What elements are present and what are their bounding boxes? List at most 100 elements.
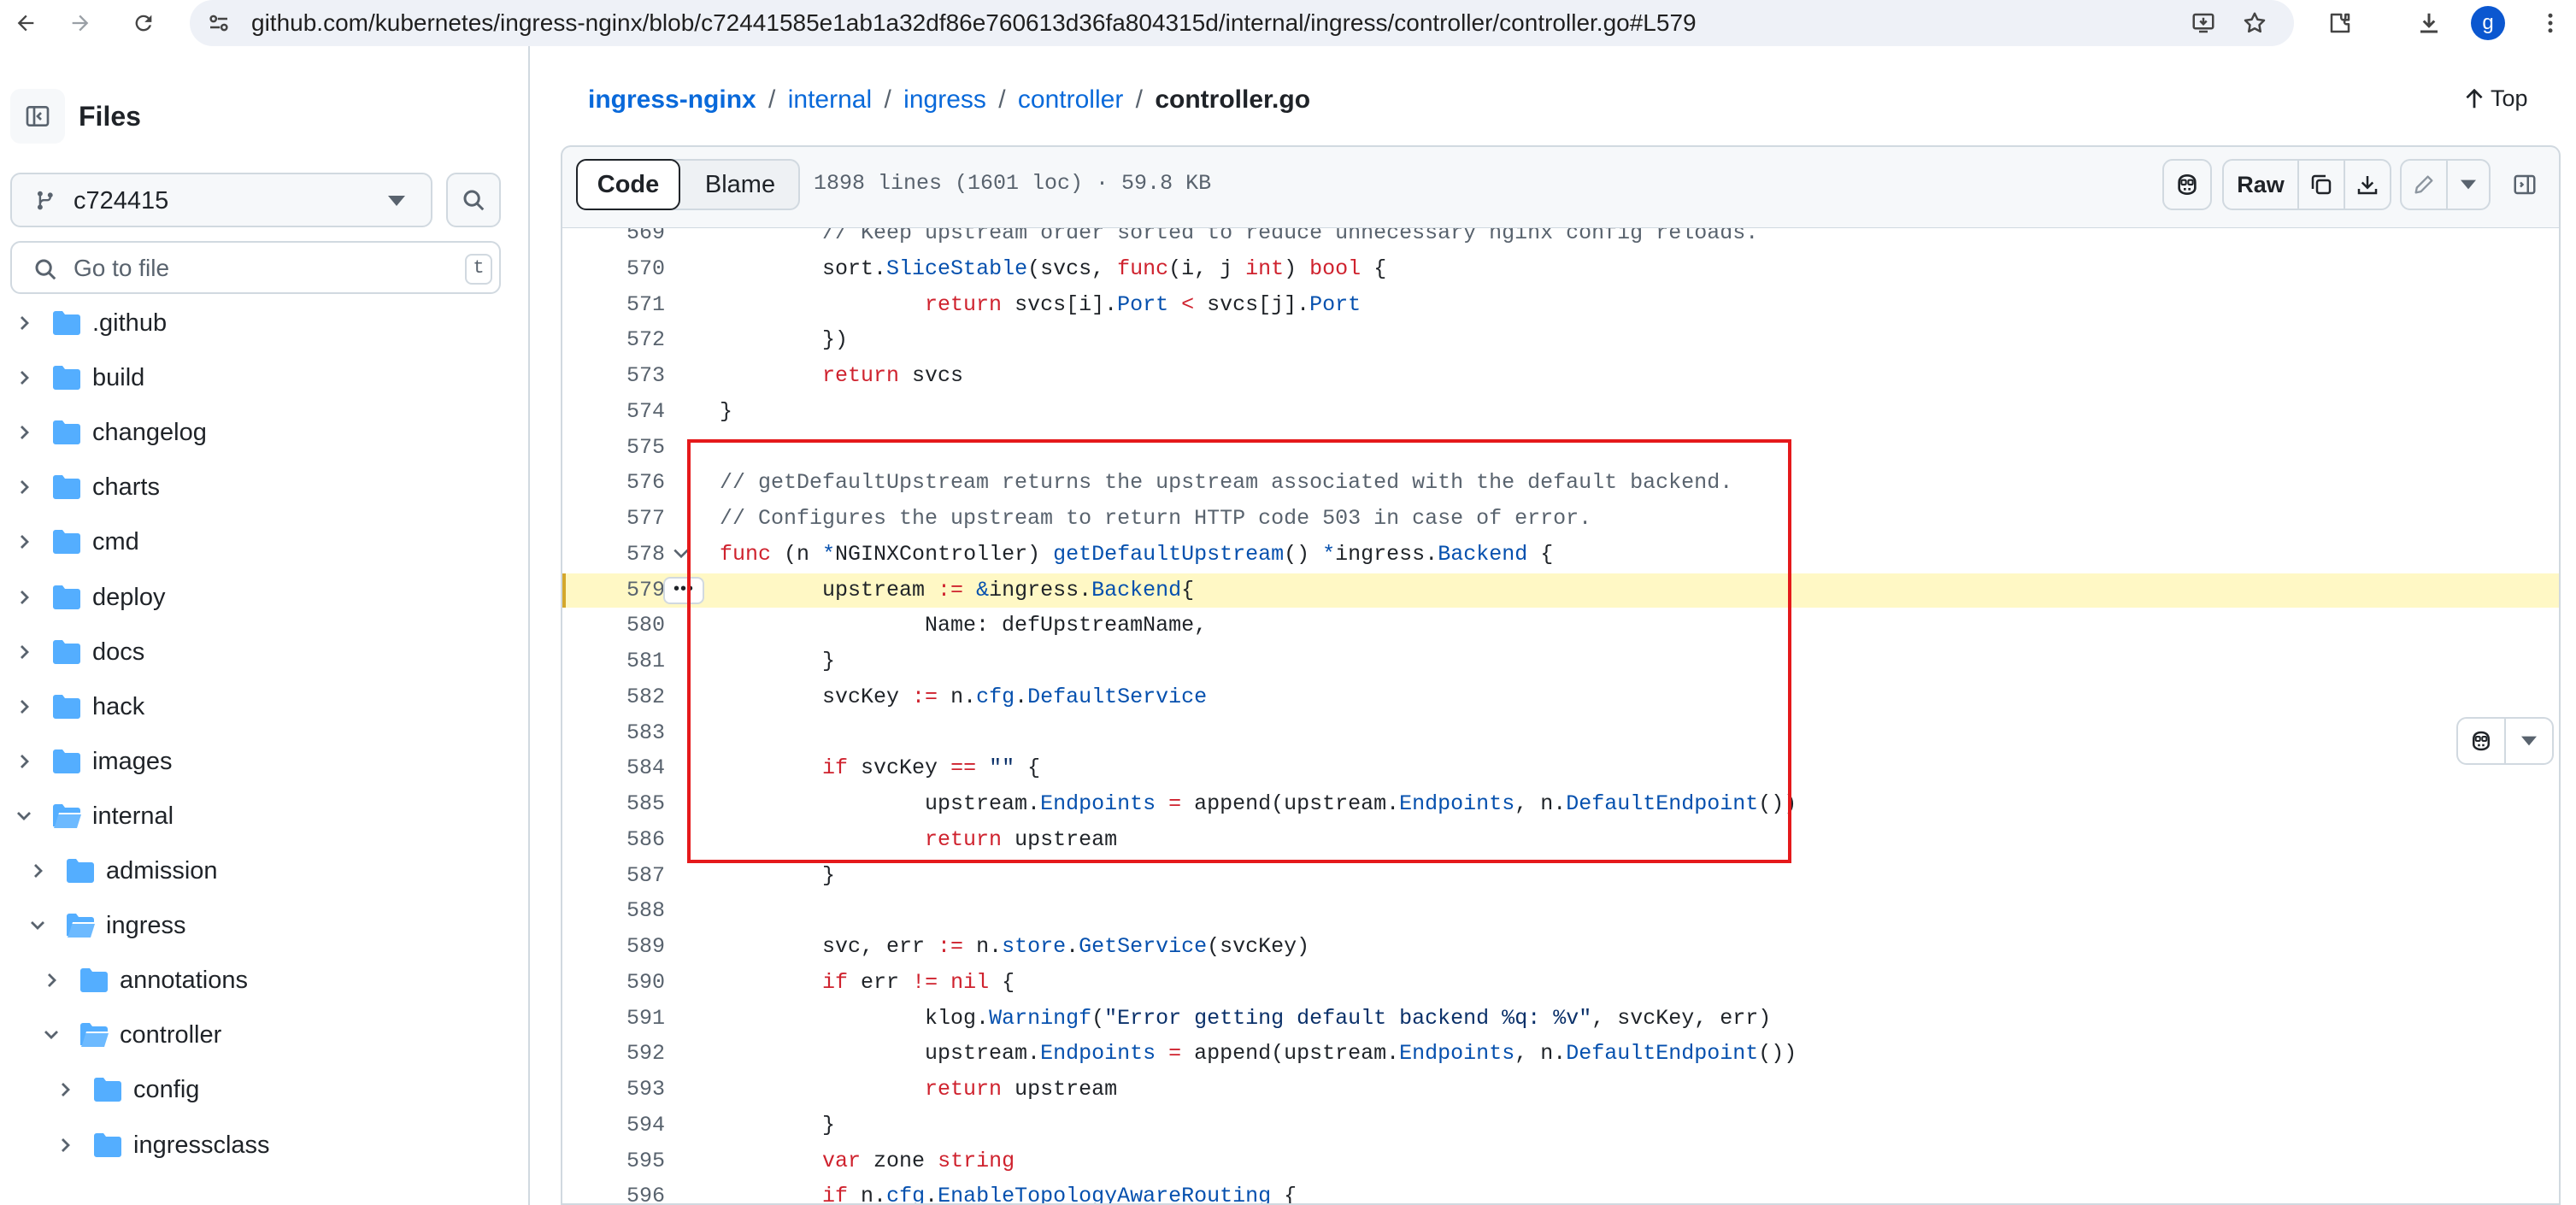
chevron-right-icon[interactable] (15, 369, 32, 386)
fold-chevron-icon[interactable] (672, 544, 691, 563)
code-line-594[interactable]: 594 } (562, 1108, 2559, 1143)
line-number[interactable]: 583 (562, 716, 665, 750)
code-line-585[interactable]: 585 upstream.Endpoints = append(upstream… (562, 787, 2559, 821)
go-to-file-input[interactable] (74, 248, 415, 289)
chevron-right-icon[interactable] (15, 698, 32, 715)
chevron-right-icon[interactable] (43, 972, 60, 989)
chevron-right-icon[interactable] (15, 479, 32, 496)
tree-item-ingress[interactable]: ingress (0, 898, 526, 953)
tree-item-changelog[interactable]: changelog (0, 405, 526, 460)
code-line-574[interactable]: 574} (562, 395, 2559, 429)
chevron-right-icon[interactable] (15, 589, 32, 606)
line-number[interactable]: 575 (562, 431, 665, 465)
symbols-panel-button[interactable] (2501, 159, 2549, 210)
copilot-button[interactable] (2162, 159, 2212, 210)
tree-item-hack[interactable]: hack (0, 679, 526, 734)
download-raw-button[interactable] (2344, 159, 2391, 210)
code-line-588[interactable]: 588 (562, 894, 2559, 928)
branch-selector[interactable]: c724415 (10, 173, 432, 227)
code-line-592[interactable]: 592 upstream.Endpoints = append(upstream… (562, 1037, 2559, 1071)
tree-item-images[interactable]: images (0, 734, 526, 789)
go-to-file-field[interactable]: t (10, 241, 501, 294)
tree-item-config[interactable]: config (0, 1062, 526, 1117)
line-number[interactable]: 570 (562, 252, 665, 286)
line-number[interactable]: 569 (562, 228, 665, 250)
line-number[interactable]: 596 (562, 1179, 665, 1203)
tree-item-internal[interactable]: internal (0, 789, 526, 844)
code-line-591[interactable]: 591 klog.Warningf("Error getting default… (562, 1002, 2559, 1036)
edit-file-button[interactable] (2400, 159, 2448, 210)
line-number[interactable]: 588 (562, 894, 665, 928)
address-bar[interactable]: github.com/kubernetes/ingress-nginx/blob… (190, 0, 2294, 46)
code-line-593[interactable]: 593 return upstream (562, 1073, 2559, 1107)
line-number[interactable]: 595 (562, 1144, 665, 1179)
tree-item-deploy[interactable]: deploy (0, 570, 526, 625)
line-number[interactable]: 594 (562, 1108, 665, 1143)
back-to-top-button[interactable]: Top (2465, 85, 2528, 112)
chevron-right-icon[interactable] (56, 1081, 74, 1098)
line-number[interactable]: 589 (562, 930, 665, 964)
code-line-575[interactable]: 575 (562, 431, 2559, 465)
code-line-569[interactable]: 569 // Keep upstream order sorted to red… (562, 228, 2559, 250)
code-line-587[interactable]: 587 } (562, 859, 2559, 893)
tree-item-controller[interactable]: controller (0, 1008, 526, 1062)
raw-button[interactable]: Raw (2222, 159, 2299, 210)
chevron-right-icon[interactable] (15, 314, 32, 332)
install-app-icon[interactable] (2186, 6, 2220, 40)
tree-item-cmd[interactable]: cmd (0, 514, 526, 569)
code-line-576[interactable]: 576 // getDefaultUpstream returns the ups… (562, 466, 2559, 500)
line-number[interactable]: 578 (562, 538, 665, 572)
reload-button[interactable] (126, 6, 161, 40)
chevron-down-icon[interactable] (29, 917, 46, 934)
line-number[interactable]: 576 (562, 466, 665, 500)
chevron-right-icon[interactable] (29, 862, 46, 879)
tab-code[interactable]: Code (576, 159, 680, 210)
code-line-572[interactable]: 572 }) (562, 323, 2559, 357)
code-line-570[interactable]: 570 sort.SliceStable(svcs, func(i, j int… (562, 252, 2559, 286)
tree-item-annotations[interactable]: annotations (0, 953, 526, 1008)
line-number[interactable]: 585 (562, 787, 665, 821)
code-line-590[interactable]: 590 if err != nil { (562, 966, 2559, 1000)
chevron-right-icon[interactable] (56, 1137, 74, 1154)
code-line-582[interactable]: 582 svcKey := n.cfg.DefaultService (562, 680, 2559, 714)
code-line-589[interactable]: 589 svc, err := n.store.GetService(svcKe… (562, 930, 2559, 964)
tree-item-build[interactable]: build (0, 350, 526, 405)
tree-item-ingressclass[interactable]: ingressclass (0, 1118, 526, 1173)
chevron-down-icon[interactable] (43, 1026, 60, 1043)
chevron-right-icon[interactable] (15, 753, 32, 770)
search-files-button[interactable] (446, 173, 501, 227)
tree-item-admission[interactable]: admission (0, 844, 526, 898)
code-line-571[interactable]: 571 return svcs[i].Port < svcs[j].Port (562, 288, 2559, 322)
bookmark-star-icon[interactable] (2238, 6, 2272, 40)
code-line-583[interactable]: 583 (562, 716, 2559, 750)
back-button[interactable] (9, 6, 43, 40)
breadcrumb-link-ingress[interactable]: ingress (903, 85, 986, 114)
line-number[interactable]: 591 (562, 1002, 665, 1036)
line-number[interactable]: 582 (562, 680, 665, 714)
code-line-595[interactable]: 595 var zone string (562, 1144, 2559, 1179)
line-number[interactable]: 574 (562, 395, 665, 429)
profile-avatar[interactable]: g (2471, 6, 2505, 40)
line-number[interactable]: 587 (562, 859, 665, 893)
code-line-580[interactable]: 580 Name: defUpstreamName, (562, 608, 2559, 643)
menu-kebab-icon[interactable] (2533, 6, 2567, 40)
line-options-button[interactable]: ••• (663, 577, 704, 604)
breadcrumb-link-internal[interactable]: internal (788, 85, 872, 114)
extensions-icon[interactable] (2323, 6, 2357, 40)
copy-raw-button[interactable] (2297, 159, 2345, 210)
line-number[interactable]: 579 (562, 573, 665, 608)
line-number[interactable]: 581 (562, 644, 665, 679)
breadcrumb-link-controller[interactable]: controller (1018, 85, 1123, 114)
code-line-577[interactable]: 577 // Configures the upstream to return … (562, 502, 2559, 536)
line-number[interactable]: 584 (562, 751, 665, 785)
breadcrumb-repo-link[interactable]: ingress-nginx (588, 85, 756, 114)
tree-item-github[interactable]: .github (0, 296, 526, 350)
chevron-right-icon[interactable] (15, 644, 32, 661)
line-number[interactable]: 572 (562, 323, 665, 357)
code-line-573[interactable]: 573 return svcs (562, 359, 2559, 393)
code-line-579[interactable]: 579 ••• upstream := &ingress.Backend{ (562, 573, 2559, 608)
code-line-584[interactable]: 584 if svcKey == "" { (562, 751, 2559, 785)
line-number[interactable]: 590 (562, 966, 665, 1000)
chevron-right-icon[interactable] (15, 424, 32, 441)
code-line-581[interactable]: 581 } (562, 644, 2559, 679)
